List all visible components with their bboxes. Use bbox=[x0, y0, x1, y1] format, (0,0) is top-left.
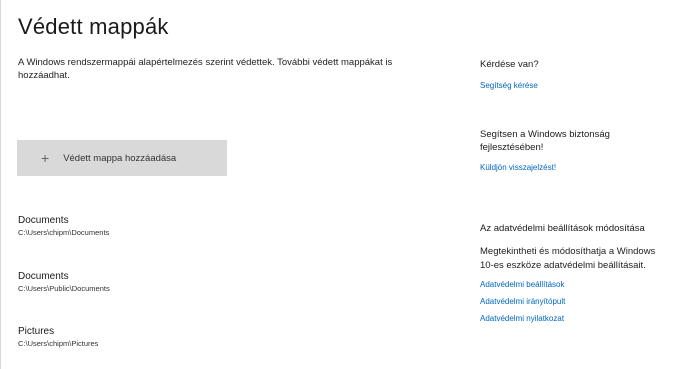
folder-path: C:\Users\chipm\Documents bbox=[18, 228, 110, 237]
folder-name: Pictures bbox=[18, 326, 55, 337]
help-heading: Kérdése van? bbox=[480, 59, 539, 70]
get-help-link[interactable]: Segítség kérése bbox=[480, 80, 665, 92]
feedback-heading: Segítsen a Windows biztonság fejlesztésé… bbox=[480, 129, 610, 153]
folder-item-documents-public[interactable]: Documents C:\Users\Public\Documents bbox=[18, 270, 110, 294]
plus-icon: + bbox=[41, 150, 50, 166]
send-feedback-link[interactable]: Küldjön visszajelzést! bbox=[480, 162, 665, 174]
folder-name: Documents bbox=[18, 215, 69, 226]
folder-path: C:\Users\chipm\Pictures bbox=[18, 339, 99, 348]
folder-name: Documents bbox=[18, 271, 69, 282]
page-title: Védett mappák bbox=[18, 14, 169, 39]
folder-path: C:\Users\Public\Documents bbox=[18, 284, 110, 293]
privacy-statement-link[interactable]: Adatvédelmi nyilatkozat bbox=[480, 313, 665, 325]
privacy-section: Az adatvédelmi beállítások módosítása Me… bbox=[480, 222, 665, 325]
page-description: A Windows rendszermappái alapértelmezés … bbox=[18, 57, 393, 81]
feedback-section: Segítsen a Windows biztonság fejlesztésé… bbox=[480, 128, 665, 174]
window-left-border bbox=[0, 0, 1, 369]
help-section: Kérdése van? Segítség kérése bbox=[480, 58, 665, 92]
add-protected-folder-button[interactable]: + Védett mappa hozzáadása bbox=[17, 140, 227, 176]
add-protected-folder-label: Védett mappa hozzáadása bbox=[63, 152, 177, 164]
folder-item-pictures[interactable]: Pictures C:\Users\chipm\Pictures bbox=[18, 325, 98, 349]
privacy-dashboard-link[interactable]: Adatvédelmi irányítópult bbox=[480, 296, 665, 308]
privacy-description: Megtekintheti és módosíthatja a Windows … bbox=[480, 246, 656, 271]
folder-item-documents-user[interactable]: Documents C:\Users\chipm\Documents bbox=[18, 214, 109, 238]
privacy-settings-link[interactable]: Adatvédelmi beállítások bbox=[480, 279, 665, 291]
protected-folders-page: Védett mappák A Windows rendszermappái a… bbox=[0, 0, 673, 369]
privacy-heading: Az adatvédelmi beállítások módosítása bbox=[480, 223, 645, 234]
